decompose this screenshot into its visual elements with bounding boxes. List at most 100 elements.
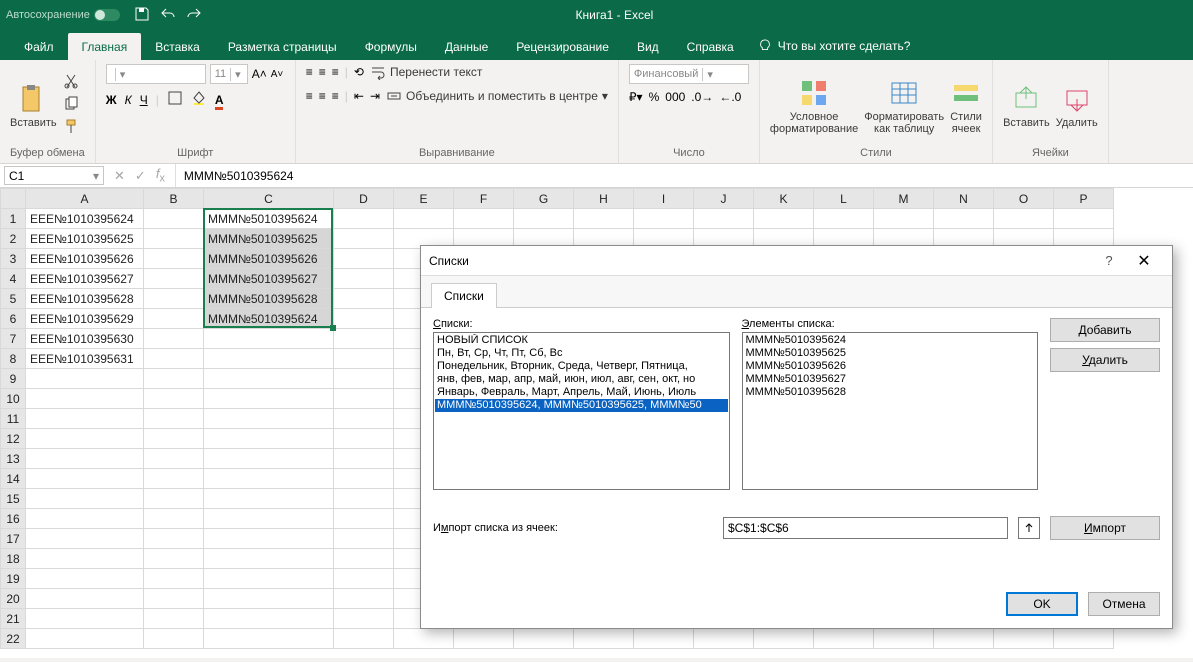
tab-home[interactable]: Главная [68, 33, 142, 60]
format-table-button[interactable]: Форматировать как таблицу [864, 77, 944, 135]
cell-A4[interactable]: ЕЕЕ№1010395627 [26, 269, 144, 289]
cell-C22[interactable] [204, 629, 334, 649]
cell-C14[interactable] [204, 469, 334, 489]
autosave-toggle[interactable]: Автосохранение [6, 9, 120, 21]
cell-B2[interactable] [144, 229, 204, 249]
number-format-combo[interactable]: Финансовый▾ [629, 64, 749, 84]
cancel-icon[interactable]: ✕ [114, 168, 125, 184]
row-header-17[interactable]: 17 [1, 529, 26, 549]
cell-D8[interactable] [334, 349, 394, 369]
cell-H1[interactable] [574, 209, 634, 229]
cell-A10[interactable] [26, 389, 144, 409]
row-header-1[interactable]: 1 [1, 209, 26, 229]
cell-B12[interactable] [144, 429, 204, 449]
cell-I22[interactable] [634, 629, 694, 649]
cancel-button[interactable]: Отмена [1088, 592, 1160, 616]
wrap-text-button[interactable]: Перенести текст [370, 64, 482, 80]
ok-button[interactable]: OK [1006, 592, 1078, 616]
bold-icon[interactable]: Ж [106, 93, 117, 107]
cell-J1[interactable] [694, 209, 754, 229]
cell-B15[interactable] [144, 489, 204, 509]
cell-C18[interactable] [204, 549, 334, 569]
tab-view[interactable]: Вид [623, 33, 673, 60]
shrink-font-icon[interactable]: A˅ [271, 69, 284, 80]
col-header-D[interactable]: D [334, 189, 394, 209]
row-header-12[interactable]: 12 [1, 429, 26, 449]
cell-E22[interactable] [394, 629, 454, 649]
font-color-icon[interactable]: A [215, 93, 224, 107]
cell-D11[interactable] [334, 409, 394, 429]
col-header-F[interactable]: F [454, 189, 514, 209]
cell-O1[interactable] [994, 209, 1054, 229]
cell-A7[interactable]: ЕЕЕ№1010395630 [26, 329, 144, 349]
save-icon[interactable] [134, 6, 150, 25]
list-item[interactable]: НОВЫЙ СПИСОК [435, 334, 728, 347]
col-header-C[interactable]: C [204, 189, 334, 209]
col-header-K[interactable]: K [754, 189, 814, 209]
cell-A13[interactable] [26, 449, 144, 469]
cell-B6[interactable] [144, 309, 204, 329]
cell-A12[interactable] [26, 429, 144, 449]
cell-D2[interactable] [334, 229, 394, 249]
cell-B22[interactable] [144, 629, 204, 649]
col-header-G[interactable]: G [514, 189, 574, 209]
row-header-6[interactable]: 6 [1, 309, 26, 329]
cell-H22[interactable] [574, 629, 634, 649]
cell-P22[interactable] [1054, 629, 1114, 649]
tab-data[interactable]: Данные [431, 33, 502, 60]
cell-B9[interactable] [144, 369, 204, 389]
cell-A22[interactable] [26, 629, 144, 649]
cell-C9[interactable] [204, 369, 334, 389]
row-header-21[interactable]: 21 [1, 609, 26, 629]
list-item[interactable]: МММ№5010395624, МММ№5010395625, МММ№50 [435, 399, 728, 412]
cell-D20[interactable] [334, 589, 394, 609]
cell-A21[interactable] [26, 609, 144, 629]
cell-I1[interactable] [634, 209, 694, 229]
import-range-input[interactable]: $C$1:$C$6 [723, 517, 1008, 539]
cell-D4[interactable] [334, 269, 394, 289]
tab-layout[interactable]: Разметка страницы [214, 33, 351, 60]
undo-icon[interactable] [160, 6, 176, 25]
cell-C12[interactable] [204, 429, 334, 449]
col-header-I[interactable]: I [634, 189, 694, 209]
cell-D15[interactable] [334, 489, 394, 509]
row-header-15[interactable]: 15 [1, 489, 26, 509]
align-left-icon[interactable]: ≡ [306, 89, 313, 103]
row-header-16[interactable]: 16 [1, 509, 26, 529]
row-header-10[interactable]: 10 [1, 389, 26, 409]
cell-B4[interactable] [144, 269, 204, 289]
cell-A16[interactable] [26, 509, 144, 529]
tab-formulas[interactable]: Формулы [351, 33, 431, 60]
font-name-combo[interactable]: ▾ [106, 64, 206, 84]
tab-review[interactable]: Рецензирование [502, 33, 623, 60]
cell-A6[interactable]: ЕЕЕ№1010395629 [26, 309, 144, 329]
redo-icon[interactable] [186, 6, 202, 25]
cell-L22[interactable] [814, 629, 874, 649]
tab-file[interactable]: Файл [10, 33, 68, 60]
cell-C19[interactable] [204, 569, 334, 589]
tell-me-search[interactable]: Что вы хотите сделать? [748, 32, 921, 60]
cell-B5[interactable] [144, 289, 204, 309]
close-icon[interactable]: ✕ [1124, 251, 1164, 271]
grow-font-icon[interactable]: A˄ [252, 67, 267, 81]
import-button[interactable]: Импорт [1050, 516, 1160, 540]
cell-C20[interactable] [204, 589, 334, 609]
cell-C15[interactable] [204, 489, 334, 509]
element-item[interactable]: МММ№5010395624 [744, 334, 1037, 347]
cell-D10[interactable] [334, 389, 394, 409]
row-header-2[interactable]: 2 [1, 229, 26, 249]
cell-C3[interactable]: МММ№5010395626 [204, 249, 334, 269]
align-right-icon[interactable]: ≡ [332, 89, 339, 103]
tab-insert[interactable]: Вставка [141, 33, 214, 60]
row-header-3[interactable]: 3 [1, 249, 26, 269]
align-center-icon[interactable]: ≡ [319, 89, 326, 103]
cell-D7[interactable] [334, 329, 394, 349]
cell-A18[interactable] [26, 549, 144, 569]
cell-styles-button[interactable]: Стили ячеек [950, 77, 982, 135]
col-header-M[interactable]: M [874, 189, 934, 209]
cell-M1[interactable] [874, 209, 934, 229]
orientation-icon[interactable]: ⟲ [354, 65, 364, 79]
cut-icon[interactable] [63, 73, 79, 92]
col-header-A[interactable]: A [26, 189, 144, 209]
cell-A2[interactable]: ЕЕЕ№1010395625 [26, 229, 144, 249]
